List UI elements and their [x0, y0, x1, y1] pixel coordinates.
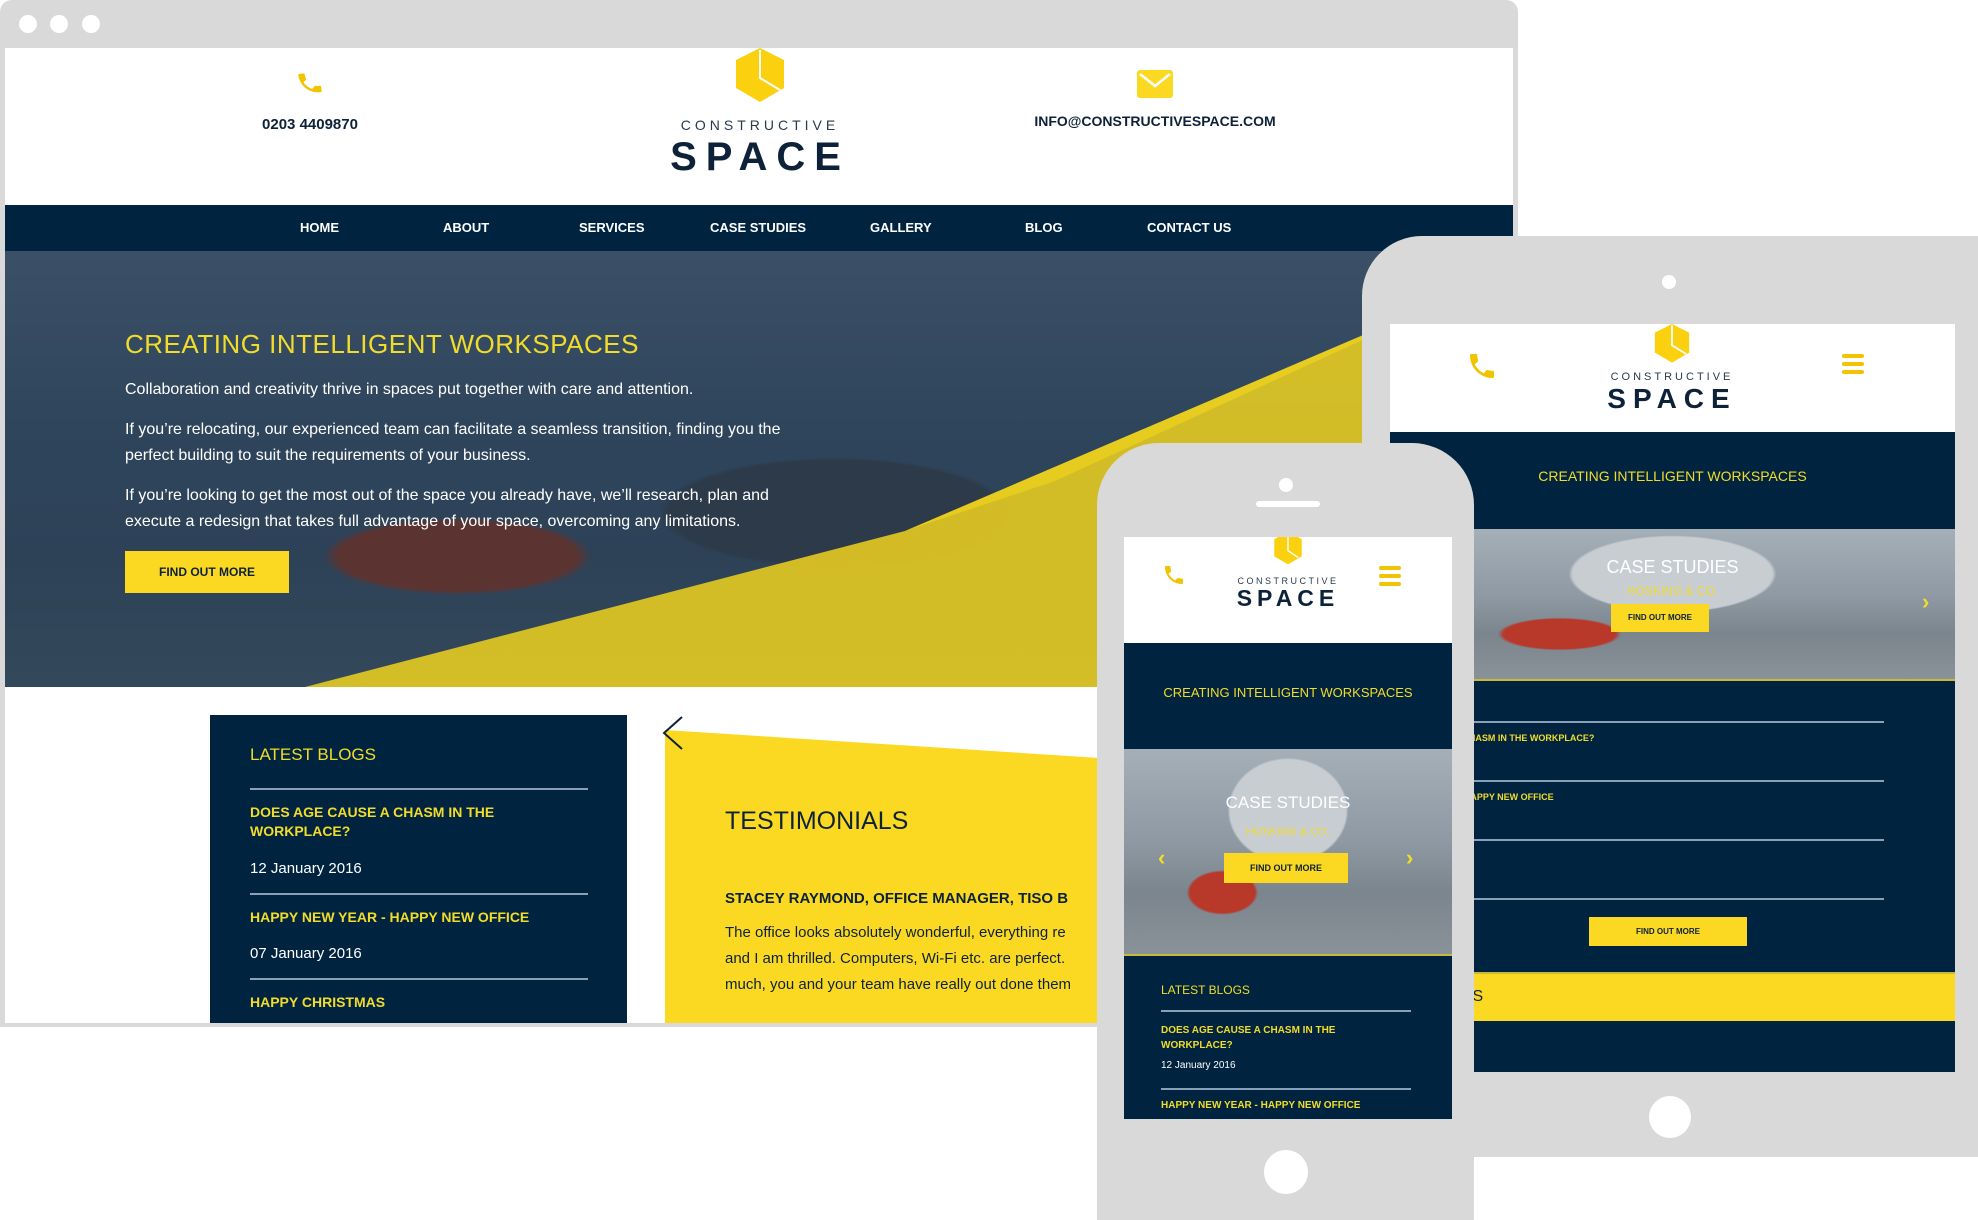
- header-email[interactable]: INFO@CONSTRUCTIVESPACE.COM: [1025, 70, 1285, 129]
- latest-blogs-heading: LATEST BLOGS: [250, 745, 376, 764]
- phone-number: 0203 4409870: [262, 116, 358, 133]
- hexagon-logo-icon: [736, 48, 784, 102]
- blog-item-title[interactable]: DOES AGE CAUSE A CHASM IN THE WORKPLACE?: [1161, 1023, 1391, 1053]
- divider: [1420, 898, 1884, 900]
- divider: [1420, 780, 1884, 782]
- phone-screen: CONSTRUCTIVE SPACE CREATING INTELLIGENT …: [1124, 537, 1452, 1119]
- nav-gallery[interactable]: GALLERY: [870, 205, 932, 251]
- phone-logo[interactable]: CONSTRUCTIVE SPACE: [1188, 537, 1388, 610]
- tablet-screen: CONSTRUCTIVE SPACE CREATING INTELLIGENT …: [1390, 324, 1955, 1072]
- phone-icon: [298, 73, 322, 93]
- testimonial-author: STACEY RAYMOND, OFFICE MANAGER, TISO B: [725, 890, 1069, 907]
- window-minimize-dot[interactable]: [50, 15, 68, 33]
- phone-speaker: [1256, 501, 1320, 507]
- nav-home[interactable]: HOME: [300, 205, 339, 251]
- hero-find-out-more-button[interactable]: FIND OUT MORE: [125, 551, 289, 593]
- blog-item-title[interactable]: DOES AGE CAUSE A CHASM IN THE WORKPLACE?: [250, 803, 580, 841]
- blog-item-title[interactable]: HAPPY NEW YEAR - HAPPY NEW OFFICE: [250, 908, 580, 927]
- tablet-content: CREATING INTELLIGENT WORKSPACES CASE STU…: [1390, 432, 1955, 1072]
- nav-case-studies[interactable]: CASE STUDIES: [710, 205, 806, 251]
- tablet-case-studies-slide: CASE STUDIES HOSKING & CO. FIND OUT MORE…: [1390, 529, 1955, 681]
- blog-item-date: 12 January 2016: [250, 860, 362, 877]
- hamburger-menu-icon[interactable]: [1379, 566, 1401, 590]
- phone-blogs-heading: LATEST BLOGS: [1161, 983, 1250, 997]
- divider: [250, 788, 588, 790]
- phone-icon[interactable]: [1162, 563, 1186, 587]
- blog-item-date: 07 January 2016: [250, 945, 362, 962]
- tablet-logo[interactable]: CONSTRUCTIVE SPACE: [1522, 324, 1822, 413]
- phone-home-button[interactable]: [1264, 1150, 1308, 1194]
- hexagon-logo-icon: [1654, 324, 1690, 363]
- case-study-find-out-more-button[interactable]: FIND OUT MORE: [1224, 853, 1348, 883]
- nav-about[interactable]: ABOUT: [443, 205, 489, 251]
- phone-icon[interactable]: [1466, 350, 1498, 382]
- divider: [250, 978, 588, 980]
- envelope-icon: [1137, 70, 1173, 98]
- tablet-testimonials-band: IONIALS: [1390, 972, 1955, 1021]
- latest-blogs-panel: LATEST BLOGS DOES AGE CAUSE A CHASM IN T…: [210, 715, 627, 1023]
- chevron-right-icon[interactable]: ›: [1922, 589, 1929, 615]
- tablet-hero-title: CREATING INTELLIGENT WORKSPACES: [1538, 468, 1807, 484]
- tablet-home-button[interactable]: [1649, 1096, 1691, 1138]
- tablet-camera: [1662, 275, 1676, 289]
- blog-item-date: 12 January 2016: [1161, 1060, 1236, 1071]
- chevron-right-icon[interactable]: ›: [1406, 845, 1413, 871]
- hero-paragraph-2: If you’re relocating, our experienced te…: [125, 421, 781, 464]
- divider: [1161, 1088, 1411, 1090]
- nav-contact-us[interactable]: CONTACT US: [1147, 205, 1231, 251]
- logo-wordmark-big: SPACE: [1236, 585, 1340, 611]
- hero-title: CREATING INTELLIGENT WORKSPACES: [125, 329, 639, 359]
- divider: [1420, 839, 1884, 841]
- blog-item-title[interactable]: HAPPY NEW YEAR - HAPPY NEW OFFICE: [1161, 1100, 1360, 1111]
- main-nav: HOME ABOUT SERVICES CASE STUDIES GALLERY…: [5, 205, 1513, 251]
- header-phone[interactable]: 0203 4409870: [190, 68, 430, 133]
- logo-wordmark-big: SPACE: [1607, 383, 1737, 414]
- hexagon-logo-icon: [1274, 537, 1302, 565]
- site-logo[interactable]: CONSTRUCTIVE SPACE: [585, 48, 935, 177]
- nav-blog[interactable]: BLOG: [1025, 205, 1063, 251]
- logo-wordmark-big: SPACE: [670, 135, 850, 179]
- phone-case-studies-slide: CASE STUDIES HOSKING & CO. FIND OUT MORE…: [1124, 749, 1452, 956]
- logo-wordmark-small: CONSTRUCTIVE: [680, 117, 840, 133]
- case-study-name: HOSKING & CO.: [1246, 826, 1330, 838]
- case-study-name: HOSKING & CO.: [1626, 584, 1719, 598]
- chevron-left-icon[interactable]: [660, 715, 686, 751]
- case-studies-title: CASE STUDIES: [1606, 557, 1739, 577]
- chevron-left-icon[interactable]: ‹: [1158, 845, 1165, 871]
- divider: [1161, 1010, 1411, 1012]
- blogs-find-out-more-button[interactable]: FIND OUT MORE: [1589, 917, 1747, 946]
- blog-item-title[interactable]: HAPPY CHRISTMAS: [250, 993, 580, 1012]
- hero-paragraph-1: Collaboration and creativity thrive in s…: [125, 381, 694, 398]
- email-address: INFO@CONSTRUCTIVESPACE.COM: [1034, 113, 1276, 129]
- divider: [250, 893, 588, 895]
- testimonials-heading: TESTIMONIALS: [725, 807, 909, 835]
- window-close-dot[interactable]: [19, 15, 37, 33]
- case-study-find-out-more-button[interactable]: FIND OUT MORE: [1611, 604, 1709, 632]
- window-maximize-dot[interactable]: [82, 15, 100, 33]
- phone-camera: [1279, 478, 1293, 492]
- hamburger-menu-icon[interactable]: [1842, 354, 1864, 378]
- phone-content: CREATING INTELLIGENT WORKSPACES CASE STU…: [1124, 643, 1452, 1119]
- divider: [1420, 721, 1884, 723]
- nav-services[interactable]: SERVICES: [579, 205, 645, 251]
- logo-wordmark-small: CONSTRUCTIVE: [1610, 371, 1734, 383]
- case-studies-title: CASE STUDIES: [1225, 793, 1351, 812]
- phone-hero-title: CREATING INTELLIGENT WORKSPACES: [1163, 685, 1413, 700]
- hero-paragraph-3: If you’re looking to get the most out of…: [125, 487, 769, 530]
